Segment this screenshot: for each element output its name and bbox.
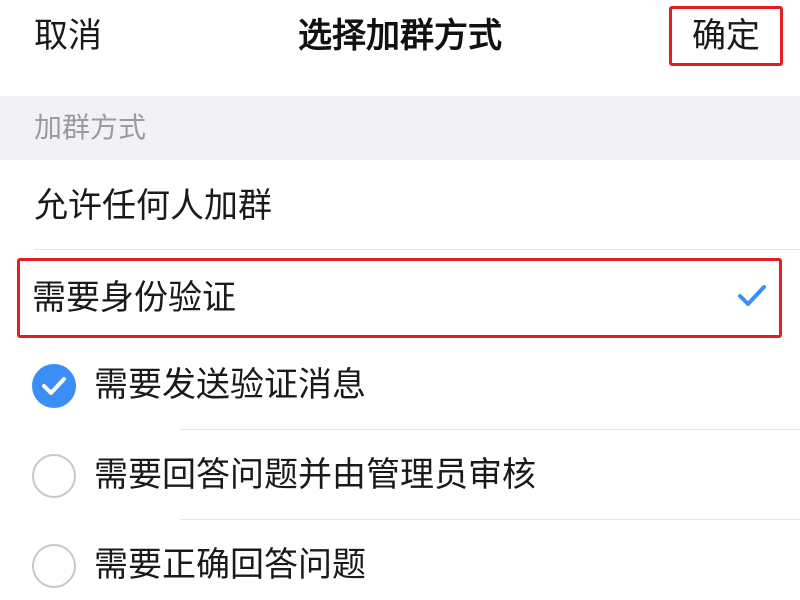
radio-checked-icon[interactable] (32, 364, 76, 408)
sub-option-answer-and-admin-review[interactable]: 需要回答问题并由管理员审核 (0, 430, 800, 520)
confirm-button[interactable]: 确定 (669, 6, 783, 66)
radio-unchecked-icon[interactable] (32, 454, 76, 498)
sub-option-label: 需要回答问题并由管理员审核 (94, 455, 536, 495)
option-label: 需要身份验证 (32, 278, 236, 318)
check-icon (738, 285, 766, 306)
sub-option-send-verification-message[interactable]: 需要发送验证消息 (0, 340, 800, 430)
option-label: 允许任何人加群 (34, 186, 272, 226)
navigation-bar: 取消 选择加群方式 确定 (0, 0, 800, 76)
section-header: 加群方式 (0, 96, 800, 160)
sub-option-label: 需要正确回答问题 (94, 545, 366, 585)
join-group-method-screen: 取消 选择加群方式 确定 加群方式 允许任何人加群 需要身份验证 需要发送验证消… (0, 0, 800, 600)
sub-option-label: 需要发送验证消息 (94, 365, 366, 405)
radio-unchecked-icon[interactable] (32, 544, 76, 588)
option-require-verification[interactable]: 需要身份验证 (0, 250, 800, 342)
sub-option-answer-correctly[interactable]: 需要正确回答问题 (0, 520, 800, 600)
option-allow-anyone[interactable]: 允许任何人加群 (0, 160, 800, 250)
section-title: 加群方式 (34, 111, 147, 144)
